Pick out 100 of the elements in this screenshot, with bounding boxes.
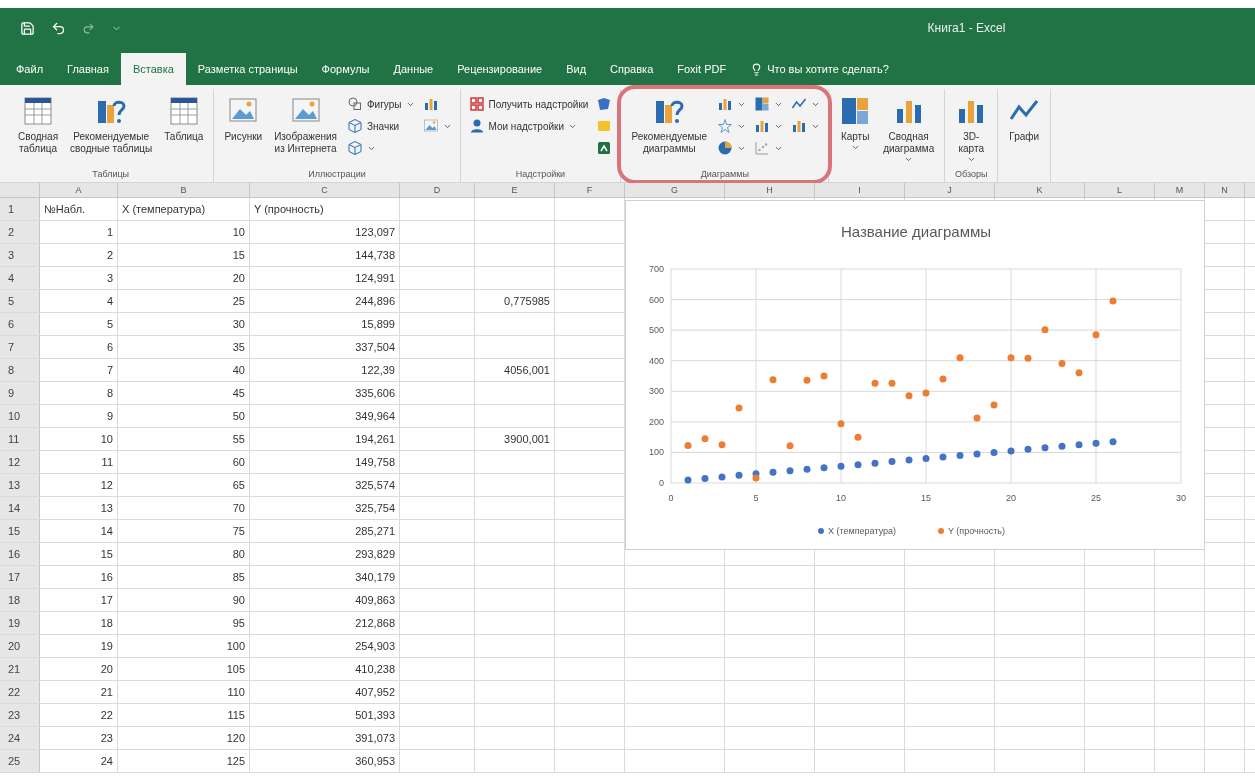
ribbon-tab[interactable]: Главная bbox=[55, 53, 121, 85]
ribbon-tab[interactable]: Данные bbox=[381, 53, 446, 85]
column-header[interactable]: B bbox=[118, 183, 250, 197]
ribbon-button[interactable]: 3D- карта bbox=[949, 91, 994, 165]
row-header[interactable]: 15 bbox=[0, 520, 40, 542]
ribbon-tab[interactable]: Foxit PDF bbox=[665, 53, 739, 85]
caret-icon bbox=[850, 143, 860, 152]
row-header[interactable]: 4 bbox=[0, 267, 40, 289]
row-header[interactable]: 16 bbox=[0, 543, 40, 565]
table-cell-text: 123,097 bbox=[355, 224, 395, 240]
legend-marker-icon bbox=[818, 528, 824, 534]
ribbon-button[interactable]: Рисунки bbox=[218, 91, 269, 165]
ribbon-button[interactable]: Карты bbox=[833, 91, 878, 165]
ribbon-button[interactable]: Сводная диаграмма bbox=[877, 91, 941, 165]
row-header[interactable]: 6 bbox=[0, 313, 40, 335]
column-header[interactable]: L bbox=[1085, 183, 1155, 197]
data-point bbox=[939, 375, 947, 383]
column-header[interactable]: I bbox=[815, 183, 905, 197]
row-header[interactable]: 13 bbox=[0, 474, 40, 496]
data-point bbox=[854, 433, 862, 441]
row-header[interactable]: 8 bbox=[0, 359, 40, 381]
ribbon-tab[interactable]: Формулы bbox=[309, 53, 382, 85]
data-point bbox=[769, 376, 777, 384]
column-header[interactable]: H bbox=[725, 183, 815, 197]
column-header[interactable]: E bbox=[475, 183, 555, 197]
table-cell-text: 30 bbox=[232, 316, 245, 332]
table-cell-text: 349,964 bbox=[355, 408, 395, 424]
ribbon-tab[interactable]: Файл bbox=[4, 53, 56, 85]
table-cell-text: X (температура) bbox=[122, 201, 206, 217]
data-point bbox=[769, 468, 777, 476]
ribbon-button[interactable]: Рекомендуемые диаграммы bbox=[625, 91, 714, 165]
axis-tick-label: 5 bbox=[753, 493, 759, 503]
ribbon-button[interactable]: Изображения из Интернета bbox=[268, 91, 343, 165]
column-header[interactable]: A bbox=[40, 183, 118, 197]
table-cell-text: 12 bbox=[100, 477, 113, 493]
table-cell-text: 125 bbox=[226, 753, 245, 769]
table-cell-text: 25 bbox=[232, 293, 245, 309]
table-cell-text: 1 bbox=[106, 224, 113, 240]
column-header[interactable]: N bbox=[1205, 183, 1245, 197]
ribbon-tab[interactable]: Вставка bbox=[120, 53, 186, 85]
row-header[interactable]: 24 bbox=[0, 727, 40, 749]
table-cell-text: 75 bbox=[232, 523, 245, 539]
row-header[interactable]: 14 bbox=[0, 497, 40, 519]
column-header[interactable]: F bbox=[555, 183, 625, 197]
column-header[interactable]: D bbox=[400, 183, 475, 197]
ribbon-button[interactable]: Значки bbox=[343, 115, 419, 137]
ribbon-tab[interactable]: Вид bbox=[554, 53, 599, 85]
row-header[interactable]: 2 bbox=[0, 221, 40, 243]
data-point bbox=[1007, 354, 1015, 362]
row-header[interactable]: 12 bbox=[0, 451, 40, 473]
table-cell-text: 14 bbox=[100, 523, 113, 539]
ribbon-button[interactable]: Получить надстройки bbox=[464, 93, 593, 115]
legend-marker-icon bbox=[938, 528, 944, 534]
row-header[interactable]: 11 bbox=[0, 428, 40, 450]
table-cell-text: 244,896 bbox=[355, 293, 395, 309]
table-cell-text: 4 bbox=[106, 293, 113, 309]
column-header[interactable]: M bbox=[1155, 183, 1205, 197]
row-header[interactable]: 5 bbox=[0, 290, 40, 312]
row-header[interactable]: 10 bbox=[0, 405, 40, 427]
ribbon-button[interactable]: Таблица bbox=[158, 91, 210, 165]
data-point bbox=[888, 458, 896, 466]
row-header[interactable]: 20 bbox=[0, 635, 40, 657]
table-cell-text: 90 bbox=[232, 592, 245, 608]
row-header[interactable]: 9 bbox=[0, 382, 40, 404]
ribbon-tab[interactable]: Рецензирование bbox=[445, 53, 555, 85]
data-point bbox=[735, 471, 743, 479]
table-cell-text: 20 bbox=[232, 270, 245, 286]
data-point bbox=[1092, 439, 1100, 447]
row-header[interactable]: 25 bbox=[0, 750, 40, 772]
row-header[interactable]: 21 bbox=[0, 658, 40, 680]
data-point bbox=[1075, 441, 1083, 449]
table-cell-text: 254,903 bbox=[355, 638, 395, 654]
column-header[interactable]: G bbox=[625, 183, 725, 197]
column-header[interactable]: K bbox=[995, 183, 1085, 197]
row-header[interactable]: 17 bbox=[0, 566, 40, 588]
data-point bbox=[956, 354, 964, 362]
row-header[interactable]: 22 bbox=[0, 681, 40, 703]
ribbon-button[interactable]: Рекомендуемые сводные таблицы bbox=[64, 91, 159, 165]
data-point bbox=[820, 372, 828, 380]
row-header[interactable]: 3 bbox=[0, 244, 40, 266]
tell-me-field[interactable]: Что вы хотите сделать? bbox=[767, 60, 928, 78]
undo-icon[interactable] bbox=[51, 20, 66, 36]
ribbon-button[interactable]: Фигуры bbox=[343, 93, 419, 115]
row-header[interactable]: 18 bbox=[0, 589, 40, 611]
row-header[interactable]: 1 bbox=[0, 198, 40, 220]
ribbon-tab[interactable]: Разметка страницы bbox=[185, 53, 310, 85]
row-header[interactable]: 23 bbox=[0, 704, 40, 726]
save-icon[interactable] bbox=[20, 20, 35, 36]
ribbon-button[interactable]: Мои надстройки bbox=[464, 115, 593, 137]
scatter-chart-icon bbox=[754, 140, 771, 156]
ribbon-button[interactable]: Графи bbox=[1002, 91, 1047, 165]
table-cell-text: 285,271 bbox=[355, 523, 395, 539]
table-cell-text: 194,261 bbox=[355, 431, 395, 447]
row-header[interactable]: 7 bbox=[0, 336, 40, 358]
column-header[interactable]: J bbox=[905, 183, 995, 197]
table-cell-text: 18 bbox=[100, 615, 113, 631]
column-header[interactable]: C bbox=[250, 183, 400, 197]
row-header[interactable]: 19 bbox=[0, 612, 40, 634]
ribbon-tab[interactable]: Справка bbox=[598, 53, 666, 85]
ribbon-button[interactable]: Сводная таблица bbox=[12, 91, 65, 165]
